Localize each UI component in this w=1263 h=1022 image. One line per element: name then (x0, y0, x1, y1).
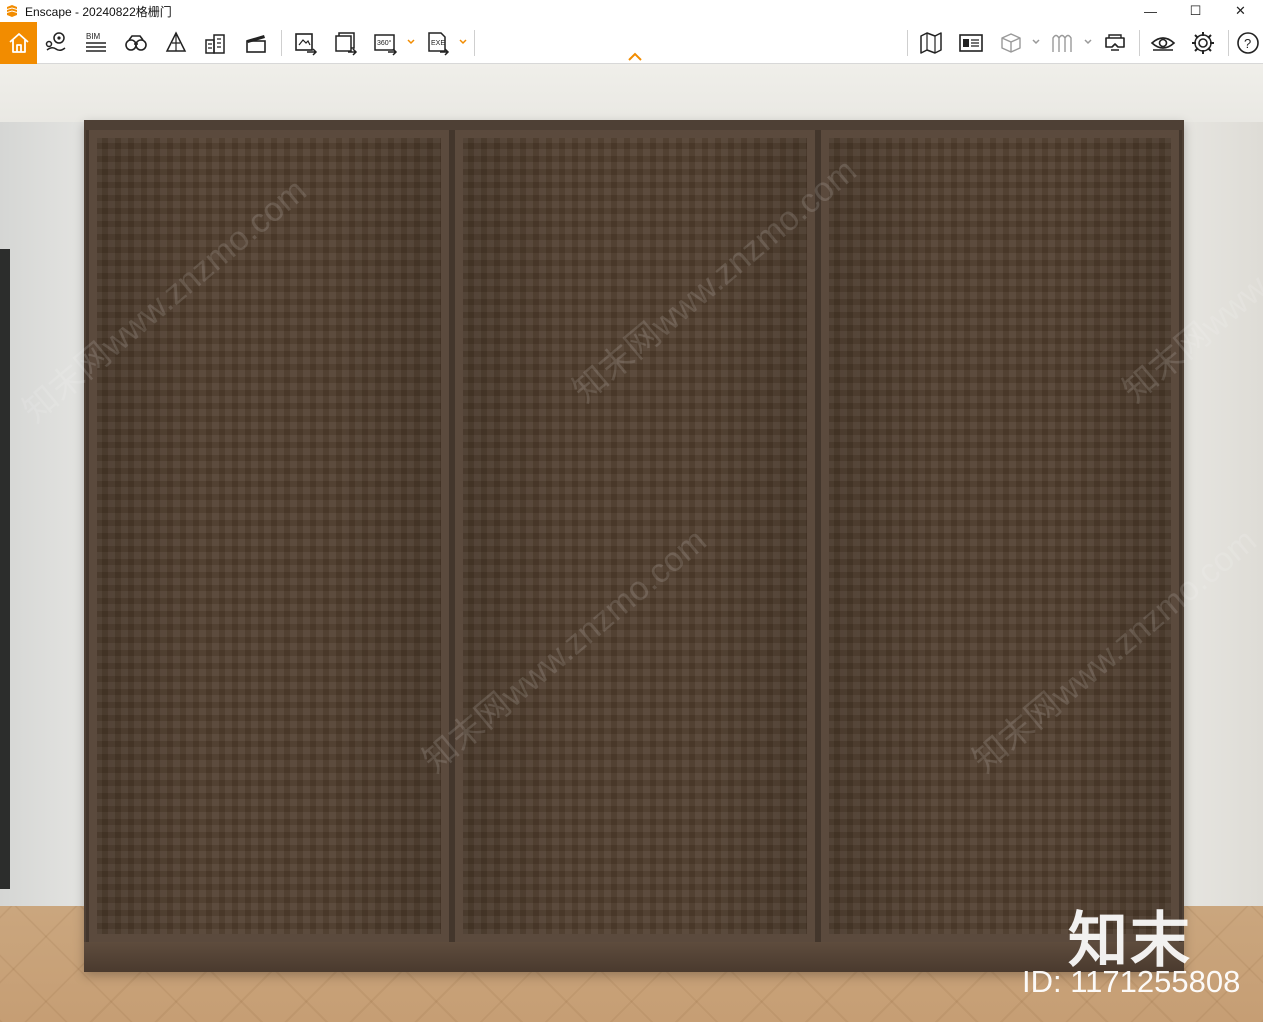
chevron-up-icon (628, 52, 642, 61)
perspective-icon (165, 31, 187, 52)
export-360-button[interactable]: 360° (368, 24, 404, 62)
buildings-button[interactable] (198, 24, 234, 62)
batch-render-button[interactable] (328, 24, 364, 62)
ceiling (0, 64, 1263, 122)
gear-icon (1192, 32, 1214, 54)
materials-button[interactable] (1045, 24, 1081, 62)
title-bar: Enscape - 20240822格栅门 — ☐ ✕ (0, 0, 1263, 22)
toolbar-separator (474, 30, 475, 56)
maximize-button[interactable]: ☐ (1173, 0, 1218, 22)
window-controls: — ☐ ✕ (1128, 0, 1263, 22)
home-button[interactable] (0, 22, 37, 64)
export-exe-dropdown[interactable] (458, 34, 468, 50)
toolbar-separator (907, 30, 908, 56)
binoculars-icon (125, 35, 147, 51)
eye-icon (1150, 37, 1176, 51)
minimize-icon: — (1144, 3, 1157, 19)
asset-library-dropdown[interactable] (1031, 34, 1041, 50)
lattice-grid (829, 138, 1171, 934)
lattice-grid (97, 138, 441, 934)
watermark-id: ID: 1171255808 (1022, 964, 1241, 999)
materials-icon (1052, 34, 1072, 52)
view-button[interactable] (1145, 24, 1181, 62)
door-base-rail (84, 942, 1184, 972)
vr-button[interactable] (1097, 24, 1133, 62)
export-360-icon: 360° (374, 34, 398, 56)
chevron-down-icon (1032, 39, 1040, 45)
visual-settings-icon (959, 34, 983, 52)
export-exe-button[interactable]: EXE (420, 24, 456, 62)
cube-icon (1001, 33, 1021, 53)
collapse-toolbar-button[interactable] (626, 50, 644, 62)
close-button[interactable]: ✕ (1218, 0, 1263, 22)
enscape-logo-icon (7, 5, 17, 17)
window-title: Enscape - 20240822格栅门 (25, 4, 172, 19)
video-editor-button[interactable] (238, 24, 274, 62)
help-label: ? (1244, 36, 1251, 51)
render-image-button[interactable] (288, 24, 324, 62)
perspective-button[interactable] (158, 24, 194, 62)
chevron-down-icon (407, 39, 415, 45)
map-button[interactable] (913, 24, 949, 62)
bim-icon: BIM (86, 32, 106, 52)
export-360-dropdown[interactable] (406, 34, 416, 50)
help-icon: ? (1236, 32, 1259, 54)
bim-button[interactable]: BIM (78, 24, 114, 62)
settings-button[interactable] (1185, 24, 1221, 62)
toolbar-separator (1228, 30, 1229, 56)
export-exe-icon: EXE (428, 32, 450, 56)
vr-headset-icon (1105, 34, 1125, 51)
export-image-icon (295, 33, 318, 56)
map-pin-icon (45, 32, 66, 52)
lattice-panel-left (86, 130, 452, 942)
asset-library-button[interactable] (993, 24, 1029, 62)
chevron-down-icon (1084, 39, 1092, 45)
export-exe-label: EXE (431, 40, 445, 47)
chevron-down-icon (459, 39, 467, 45)
batch-render-icon (335, 32, 358, 56)
toolbar-separator (281, 30, 282, 56)
toolbar-separator (1139, 30, 1140, 56)
materials-dropdown[interactable] (1083, 34, 1093, 50)
visual-settings-button[interactable] (953, 24, 989, 62)
window-frame (0, 249, 10, 889)
minimize-button[interactable]: — (1128, 0, 1173, 22)
buildings-icon (205, 34, 225, 54)
close-icon: ✕ (1235, 3, 1246, 18)
render-viewport[interactable]: 知末网www.znzmo.com 知末网www.znzmo.com 知末网www… (0, 64, 1263, 1022)
bim-label: BIM (86, 32, 101, 41)
lattice-panel-right (818, 130, 1182, 942)
walk-mode-button[interactable] (118, 24, 154, 62)
location-button[interactable] (38, 24, 74, 62)
map-icon (920, 32, 942, 54)
export-360-label: 360° (377, 39, 392, 47)
clapperboard-icon (246, 35, 266, 53)
help-button[interactable]: ? (1232, 24, 1263, 62)
main-toolbar: BIM 360° EXE ? (0, 22, 1263, 64)
home-icon (8, 33, 29, 53)
maximize-icon: ☐ (1189, 3, 1202, 18)
